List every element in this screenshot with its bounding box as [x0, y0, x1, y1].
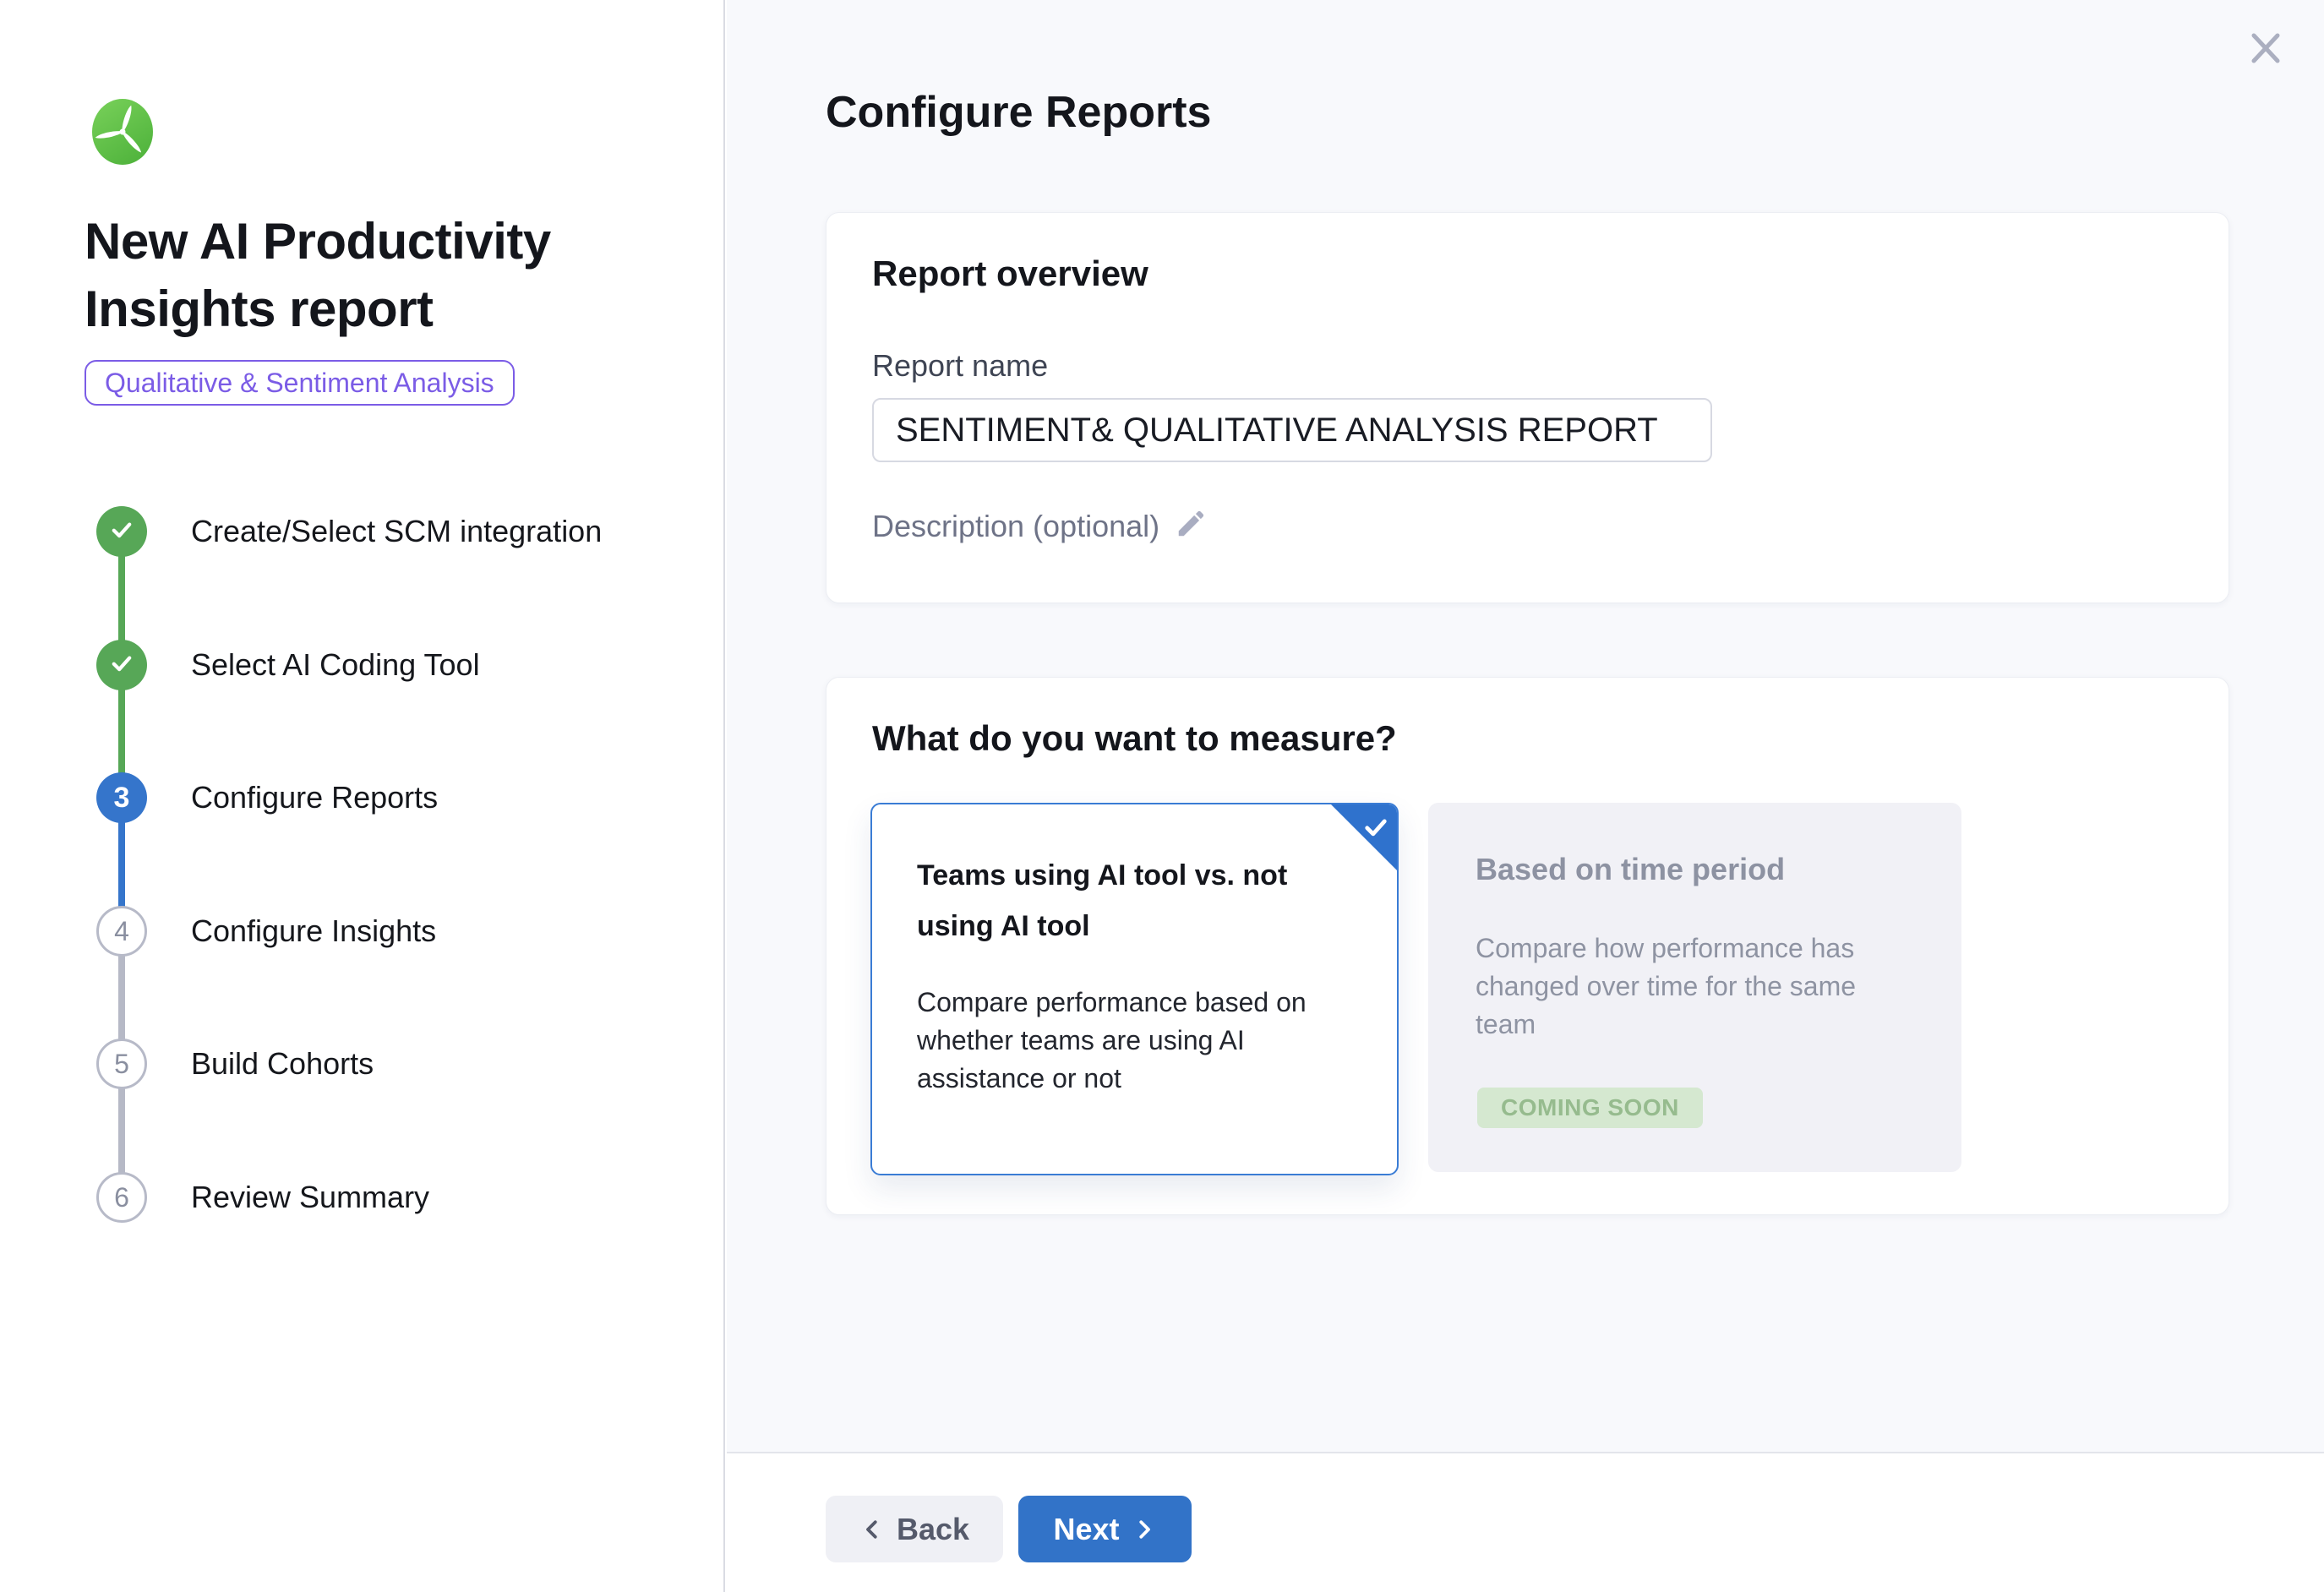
next-button[interactable]: Next [1018, 1496, 1192, 1562]
step-label-configure-reports[interactable]: Configure Reports [191, 780, 438, 815]
check-icon [107, 649, 136, 682]
option-time-period: Based on time period Compare how perform… [1428, 803, 1961, 1172]
step-indicator-configure-reports[interactable]: 3 [96, 772, 147, 823]
description-label[interactable]: Description (optional) [872, 509, 1159, 544]
coming-soon-badge: COMING SOON [1477, 1088, 1703, 1128]
back-button[interactable]: Back [826, 1496, 1003, 1562]
sidebar: New AI Productivity Insights report Qual… [0, 0, 725, 1592]
back-label: Back [897, 1512, 969, 1547]
report-type-badge: Qualitative & Sentiment Analysis [85, 360, 515, 406]
option-description: Compare performance based on whether tea… [917, 984, 1331, 1098]
step-label-scm[interactable]: Create/Select SCM integration [191, 514, 602, 549]
step-indicator-configure-insights[interactable]: 4 [96, 906, 147, 957]
step-connector-2 [118, 684, 125, 778]
option-description: Compare how performance has changed over… [1476, 930, 1873, 1044]
step-indicator-review-summary[interactable]: 6 [96, 1172, 147, 1223]
check-icon [1360, 811, 1392, 848]
step-indicator-ai-tool[interactable] [96, 640, 147, 690]
close-icon[interactable] [2244, 25, 2288, 68]
step-label-configure-insights[interactable]: Configure Insights [191, 913, 436, 949]
next-label: Next [1053, 1512, 1119, 1547]
step-label-build-cohorts[interactable]: Build Cohorts [191, 1046, 374, 1082]
step-number: 5 [114, 1049, 129, 1080]
report-name-input[interactable] [872, 398, 1712, 462]
measure-card: What do you want to measure? Teams using… [826, 677, 2229, 1215]
description-row[interactable]: Description (optional) [872, 508, 1207, 544]
step-label-review-summary[interactable]: Review Summary [191, 1180, 429, 1215]
report-overview-heading: Report overview [872, 254, 1148, 294]
option-title: Teams using AI tool vs. not using AI too… [917, 850, 1339, 951]
step-indicator-build-cohorts[interactable]: 5 [96, 1039, 147, 1089]
wizard-page: New AI Productivity Insights report Qual… [0, 0, 2324, 1592]
measure-heading: What do you want to measure? [872, 718, 1397, 759]
check-icon [107, 515, 136, 548]
chevron-left-icon [859, 1517, 885, 1542]
option-teams-vs-no-ai[interactable]: Teams using AI tool vs. not using AI too… [870, 803, 1399, 1175]
pencil-icon[interactable] [1175, 508, 1207, 544]
step-connector-4 [118, 950, 125, 1044]
option-title: Based on time period [1476, 852, 1898, 887]
step-number: 4 [114, 916, 129, 947]
report-name-label: Report name [872, 348, 1048, 384]
step-indicator-scm[interactable] [96, 506, 147, 557]
step-label-ai-tool[interactable]: Select AI Coding Tool [191, 647, 480, 683]
panel-title: Configure Reports [826, 87, 1211, 138]
step-connector-3 [118, 817, 125, 912]
wizard-title: New AI Productivity Insights report [85, 208, 634, 343]
step-number: 6 [114, 1182, 129, 1213]
step-number: 3 [114, 782, 130, 815]
step-connector-1 [118, 551, 125, 646]
propeller-icon [91, 98, 154, 166]
chevron-right-icon [1132, 1517, 1157, 1542]
step-connector-5 [118, 1083, 125, 1178]
report-overview-card: Report overview Report name Description … [826, 212, 2229, 603]
